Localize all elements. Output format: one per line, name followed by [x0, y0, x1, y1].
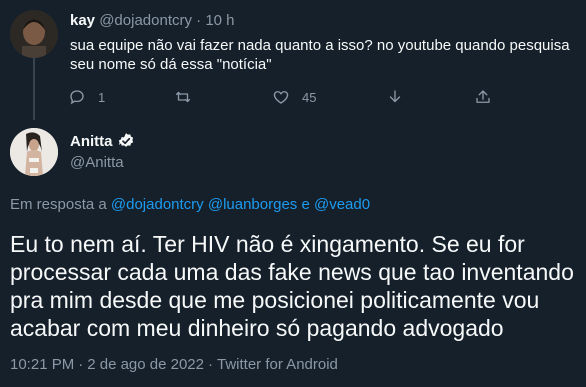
main-author-name-row: Anitta: [70, 132, 135, 150]
main-author-handle[interactable]: @Anitta: [70, 154, 124, 171]
tweet-meta: 10:21 PM · 2 de ago de 2022 · Twitter for An…: [10, 356, 338, 373]
meta-separator: ·: [78, 356, 84, 373]
arrow-down-icon: [389, 90, 401, 103]
mention-link[interactable]: @dojadontcry: [111, 196, 204, 213]
avatar[interactable]: [10, 10, 58, 58]
avatar-image: [10, 128, 58, 176]
meta-separator: ·: [208, 356, 213, 373]
reply-button[interactable]: 1: [68, 88, 105, 106]
like-count: 45: [302, 89, 317, 105]
tweet-source[interactable]: Twitter for Android: [217, 356, 338, 373]
heart-icon: [273, 91, 289, 104]
retweet-icon: [175, 91, 191, 103]
reply-separator: ·: [196, 12, 202, 29]
share-button[interactable]: [474, 88, 492, 106]
reply-count: 1: [98, 89, 106, 105]
mention-link[interactable]: @luanborges: [208, 196, 297, 213]
comment-icon: [70, 90, 84, 105]
reply-tweet[interactable]: kay @dojadontcry · 10 h sua equipe não v…: [0, 0, 586, 120]
retweet-button[interactable]: [174, 88, 204, 106]
avatar-image: [10, 10, 58, 58]
reply-header: kay @dojadontcry · 10 h: [70, 12, 235, 29]
main-avatar[interactable]: [10, 128, 58, 176]
like-button[interactable]: 45: [272, 88, 316, 106]
reply-author-handle[interactable]: @dojadontcry: [99, 12, 192, 29]
tweet-date[interactable]: 2 de ago de 2022: [87, 356, 204, 373]
share-icon: [476, 90, 490, 103]
replying-to: Em resposta a @dojadontcry @luanborges e…: [10, 196, 370, 213]
reply-text: sua equipe não vai fazer nada quanto a i…: [70, 37, 570, 73]
verified-badge-icon: [118, 133, 133, 147]
reply-author-name[interactable]: kay: [70, 12, 95, 29]
main-author-name[interactable]: Anitta: [70, 133, 113, 150]
tweet-text: Eu to nem aí. Ter HIV não é xingamento. …: [10, 231, 574, 341]
reply-actions: 1 45: [68, 88, 508, 108]
downvote-button[interactable]: [386, 88, 404, 106]
mention-link[interactable]: @vead0: [314, 196, 370, 213]
tweet-time[interactable]: 10:21 PM: [10, 356, 74, 373]
replying-to-label: Em resposta a: [10, 196, 107, 213]
reply-time[interactable]: 10 h: [205, 12, 234, 29]
thread-line: [33, 58, 35, 120]
replying-to-conjunction: e: [301, 196, 310, 213]
